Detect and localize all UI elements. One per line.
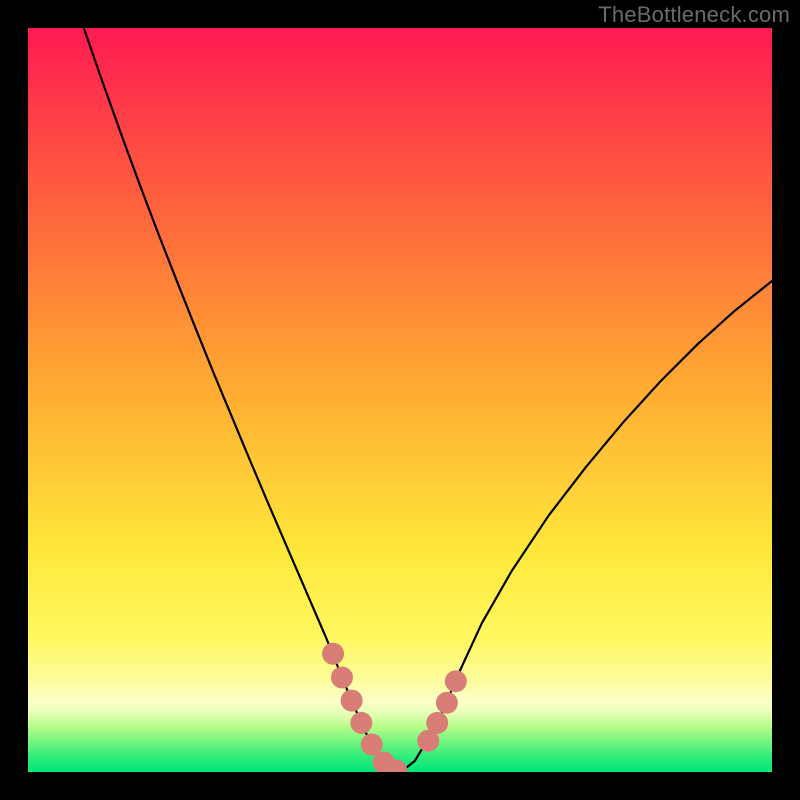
chart-frame: TheBottleneck.com [0,0,800,800]
marker-dot [322,643,344,665]
marker-dot [445,670,467,692]
marker-dot [426,712,448,734]
marker-dot [341,690,363,712]
chart-svg [28,28,772,772]
gradient-background [28,28,772,772]
marker-dot [436,692,458,714]
plot-area [28,28,772,772]
marker-dot [350,712,372,734]
watermark-text: TheBottleneck.com [598,2,790,28]
marker-dot [331,667,353,689]
